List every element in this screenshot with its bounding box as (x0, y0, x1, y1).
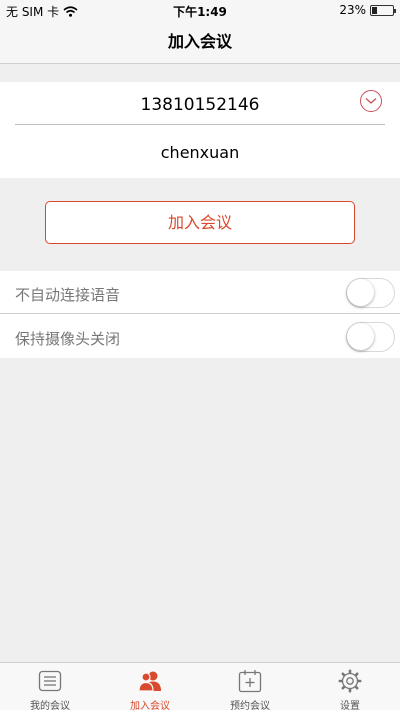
tab-my-meetings[interactable]: 我的会议 (0, 663, 100, 710)
options-list: 不自动连接语音 保持摄像头关闭 (0, 271, 400, 358)
page-title: 加入会议 (0, 22, 400, 64)
status-bar: 无 SIM 卡 下午1:49 23% (0, 0, 400, 22)
option-row-no-auto-audio: 不自动连接语音 (0, 271, 400, 314)
chevron-down-icon (365, 98, 377, 104)
tab-label: 加入会议 (130, 701, 170, 710)
tab-label: 设置 (340, 701, 360, 710)
display-name-field[interactable]: chenxuan (0, 143, 400, 162)
status-right: 23% (339, 3, 396, 17)
tab-label: 预约会议 (230, 701, 270, 710)
toggle-no-auto-audio[interactable] (346, 278, 395, 308)
tab-settings[interactable]: 设置 (300, 663, 400, 710)
toggle-knob (347, 323, 374, 350)
meeting-number-value: 13810152146 (140, 95, 260, 115)
list-icon (38, 670, 62, 692)
toggle-knob (347, 279, 374, 306)
join-meeting-button[interactable]: 加入会议 (45, 201, 355, 244)
toggle-keep-camera-off[interactable] (346, 322, 395, 352)
meeting-number-field[interactable]: 13810152146 (15, 82, 385, 125)
calendar-plus-icon (238, 670, 262, 693)
tab-bar: 我的会议 加入会议 预约会议 设置 (0, 662, 400, 710)
join-form: 13810152146 chenxuan (0, 82, 400, 178)
tab-join-meeting[interactable]: 加入会议 (100, 663, 200, 710)
people-icon (138, 671, 161, 692)
tab-schedule-meeting[interactable]: 预约会议 (200, 663, 300, 710)
history-dropdown-button[interactable] (360, 90, 382, 112)
option-label-no-auto-audio: 不自动连接语音 (15, 286, 121, 304)
tab-label: 我的会议 (30, 701, 70, 710)
option-label-keep-camera-off: 保持摄像头关闭 (15, 330, 121, 348)
battery-percent: 23% (339, 3, 366, 17)
battery-icon (370, 4, 396, 16)
option-row-keep-camera-off: 保持摄像头关闭 (0, 315, 400, 358)
gear-icon (338, 669, 362, 693)
battery-level-fill (372, 6, 377, 14)
